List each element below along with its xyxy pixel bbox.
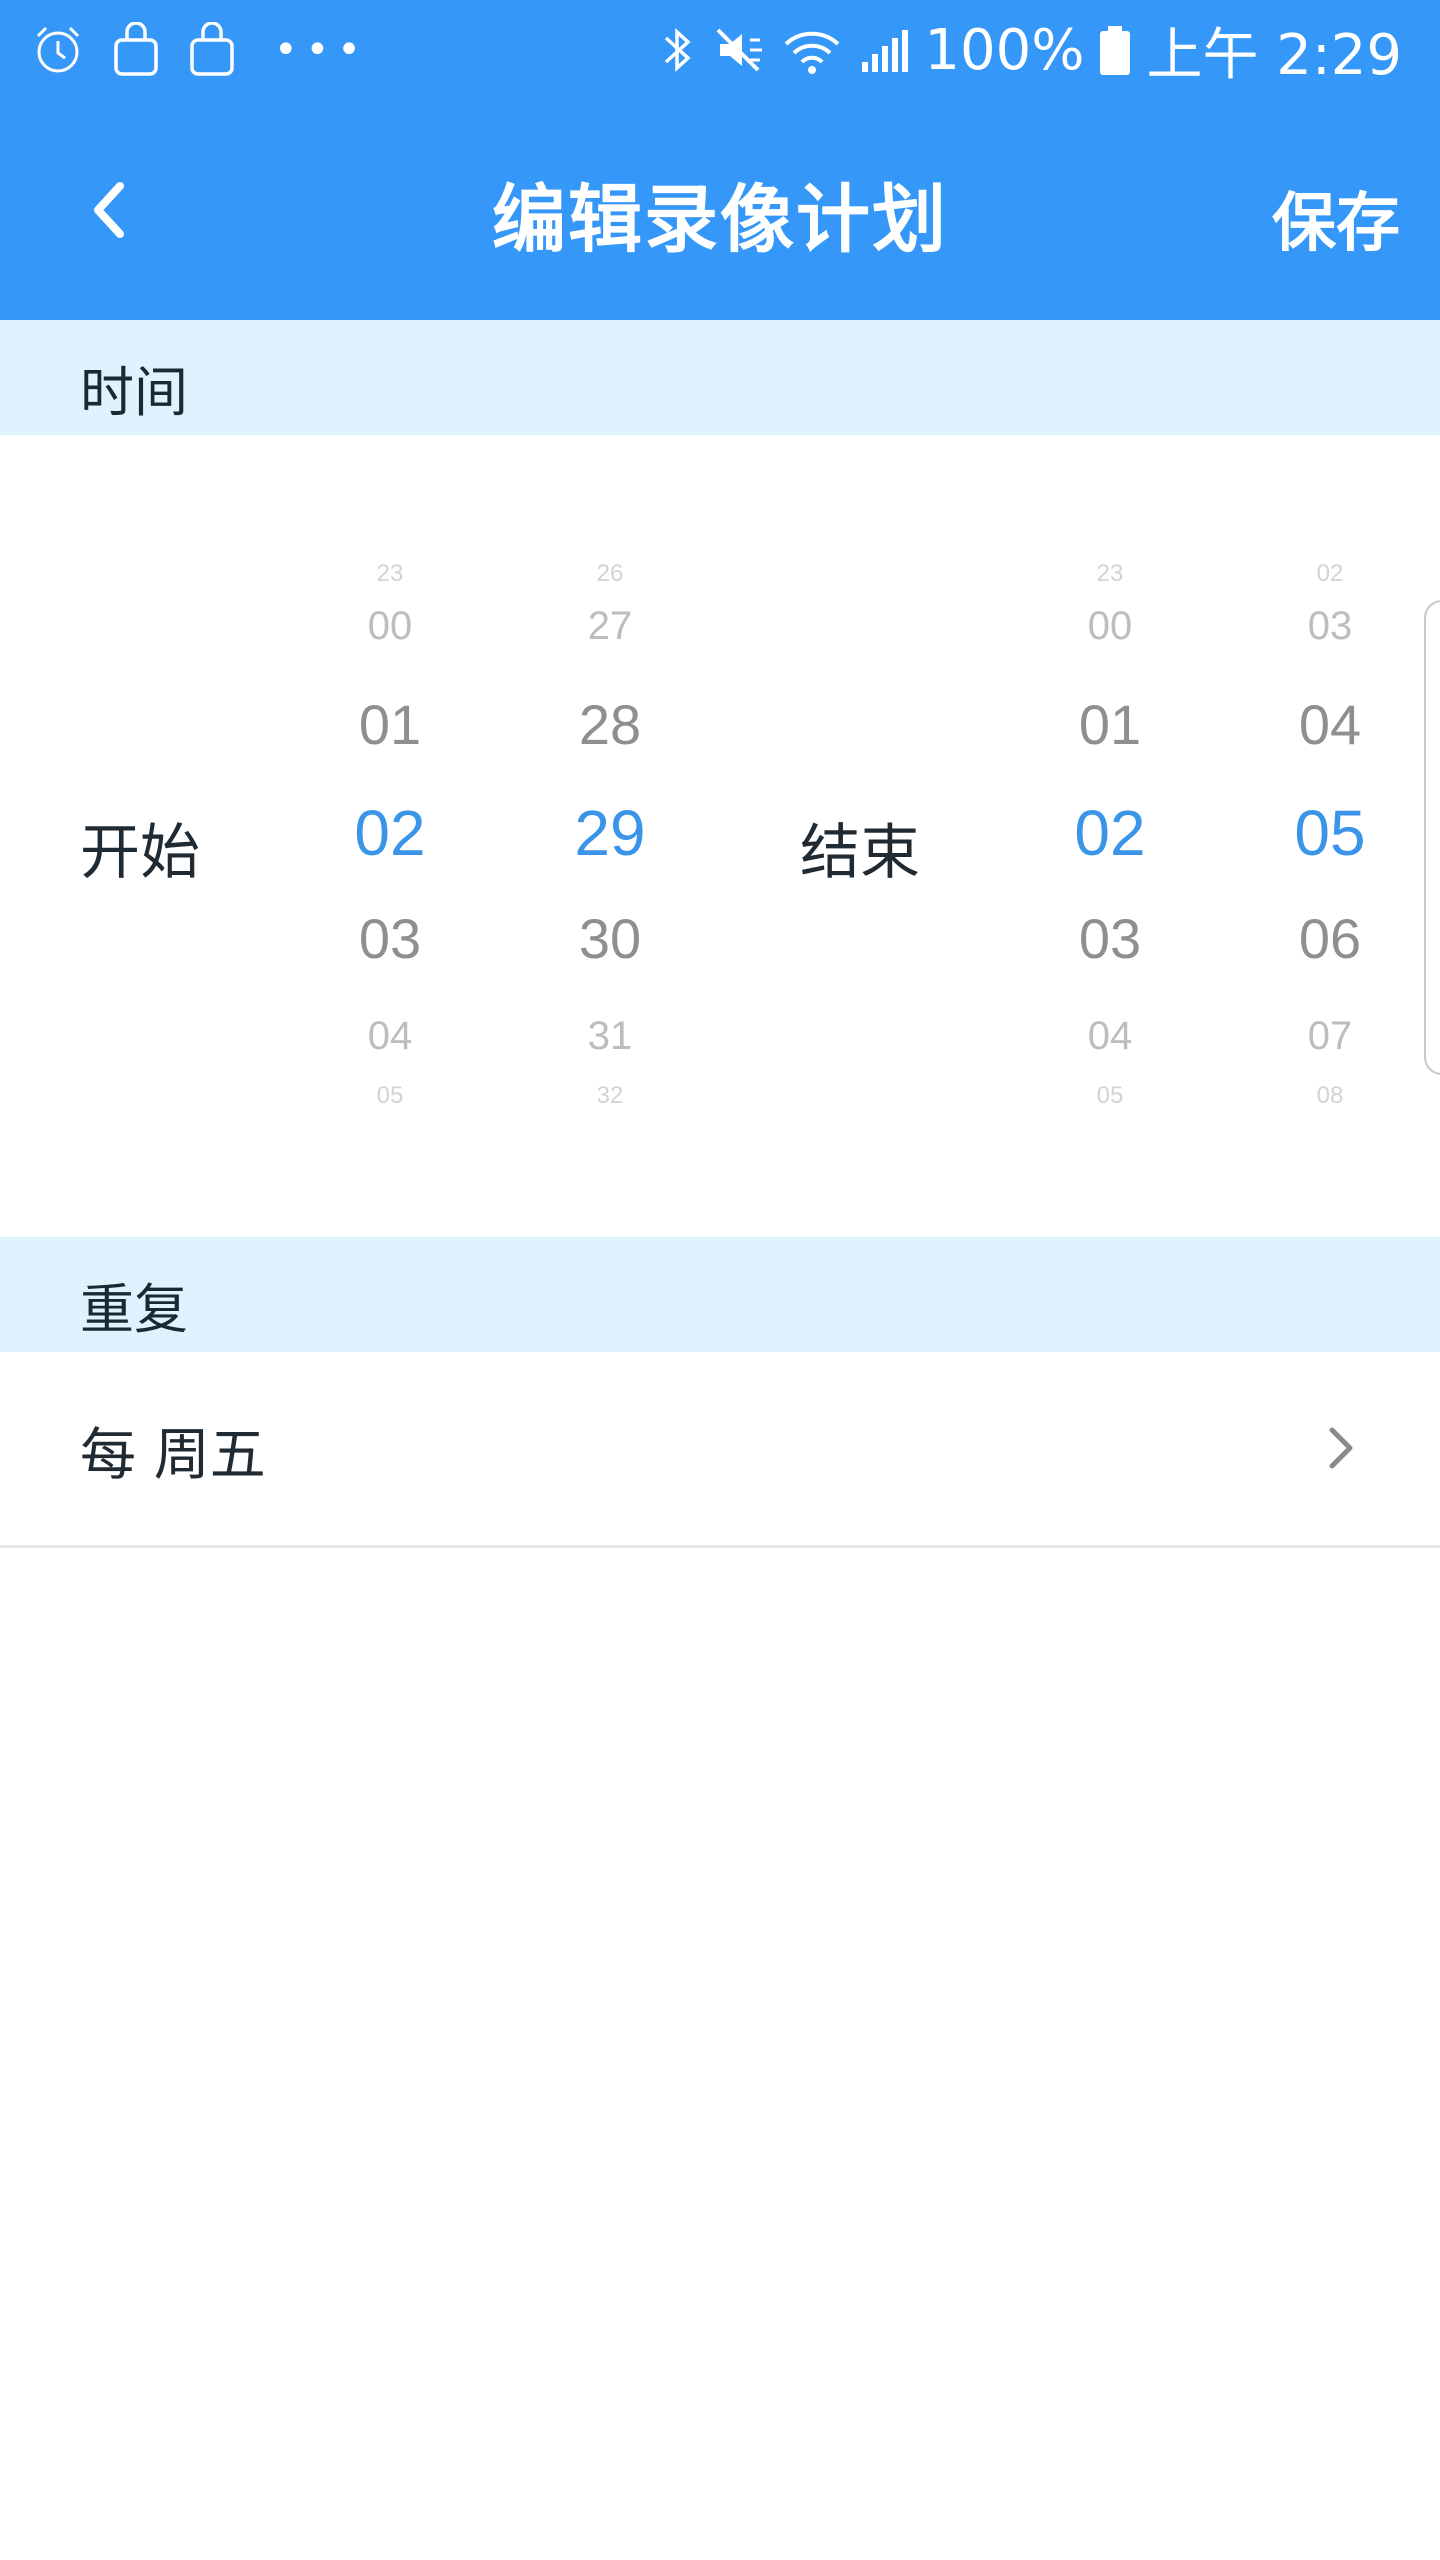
wheel-item-selected[interactable]: 05 xyxy=(1240,796,1420,870)
wheel-item[interactable]: 00 xyxy=(300,604,480,649)
bag-icon xyxy=(114,22,158,76)
battery-icon xyxy=(1100,26,1131,75)
wheel-item[interactable]: 06 xyxy=(1240,906,1420,971)
wheel-item[interactable]: 32 xyxy=(520,1082,700,1110)
save-button[interactable]: 保存 xyxy=(1272,172,1400,264)
signal-icon xyxy=(862,30,909,72)
wheel-item-selected[interactable]: 02 xyxy=(300,796,480,870)
wheel-item[interactable]: 23 xyxy=(300,560,480,588)
bag-icon xyxy=(190,22,234,76)
wheel-item[interactable]: 27 xyxy=(520,604,700,649)
wheel-item[interactable]: 01 xyxy=(300,692,480,757)
start-label: 开始 xyxy=(80,818,200,888)
wheel-item[interactable]: 07 xyxy=(1240,1014,1420,1059)
wheel-item[interactable]: 28 xyxy=(520,692,700,757)
edge-panel-handle[interactable] xyxy=(1424,600,1440,1075)
end-minute-wheel[interactable]: 02 03 04 05 06 07 08 xyxy=(1240,436,1420,1236)
wheel-item[interactable]: 23 xyxy=(1020,560,1200,588)
wheel-item[interactable]: 02 xyxy=(1240,560,1420,588)
wheel-item[interactable]: 04 xyxy=(300,1014,480,1059)
wifi-icon xyxy=(784,31,840,74)
wheel-item[interactable]: 00 xyxy=(1020,604,1200,649)
bluetooth-icon xyxy=(665,28,691,72)
wheel-item[interactable]: 26 xyxy=(520,560,700,588)
chevron-right-icon xyxy=(1329,1427,1353,1469)
wheel-item[interactable]: 01 xyxy=(1020,692,1200,757)
page-title: 编辑录像计划 xyxy=(492,177,948,263)
wheel-item[interactable]: 31 xyxy=(520,1014,700,1059)
time-picker-area: 开始 23 00 01 02 03 04 05 26 27 28 29 30 3… xyxy=(0,436,1440,1236)
status-bar-right: 100% 上午 2:29 xyxy=(660,14,1402,88)
time-section-title: 时间 xyxy=(80,361,188,424)
status-bar: ••• 100% 上午 2:29 xyxy=(0,0,1440,100)
mute-icon xyxy=(716,28,763,72)
repeat-row[interactable]: 每 周五 xyxy=(0,1352,1440,1548)
wheel-item[interactable]: 30 xyxy=(520,906,700,971)
status-bar-left: ••• xyxy=(30,20,369,80)
back-button[interactable] xyxy=(70,170,150,250)
wheel-item[interactable]: 03 xyxy=(300,906,480,971)
wheel-item[interactable]: 04 xyxy=(1240,692,1420,757)
chevron-left-icon xyxy=(94,182,124,238)
start-minute-wheel[interactable]: 26 27 28 29 30 31 32 xyxy=(520,436,700,1236)
status-time: 上午 2:29 xyxy=(1146,22,1402,88)
alarm-icon xyxy=(36,26,80,73)
repeat-section-header: 重复 xyxy=(0,1237,1440,1352)
wheel-item-selected[interactable]: 02 xyxy=(1020,796,1200,870)
end-label: 结束 xyxy=(800,818,920,888)
repeat-value: 每 周五 xyxy=(80,1423,266,1488)
wheel-item[interactable]: 08 xyxy=(1240,1082,1420,1110)
wheel-item[interactable]: 04 xyxy=(1020,1014,1200,1059)
start-hour-wheel[interactable]: 23 00 01 02 03 04 05 xyxy=(300,436,480,1236)
repeat-section-title: 重复 xyxy=(80,1278,188,1341)
battery-percent: 100% xyxy=(924,17,1085,83)
wheel-item-selected[interactable]: 29 xyxy=(520,796,700,870)
wheel-item[interactable]: 03 xyxy=(1020,906,1200,971)
more-dots-icon: ••• xyxy=(274,27,369,73)
app-bar: 编辑录像计划 保存 xyxy=(0,100,1440,320)
wheel-item[interactable]: 05 xyxy=(300,1082,480,1110)
time-section-header: 时间 xyxy=(0,320,1440,435)
wheel-item[interactable]: 03 xyxy=(1240,604,1420,649)
wheel-item[interactable]: 05 xyxy=(1020,1082,1200,1110)
end-hour-wheel[interactable]: 23 00 01 02 03 04 05 xyxy=(1020,436,1200,1236)
